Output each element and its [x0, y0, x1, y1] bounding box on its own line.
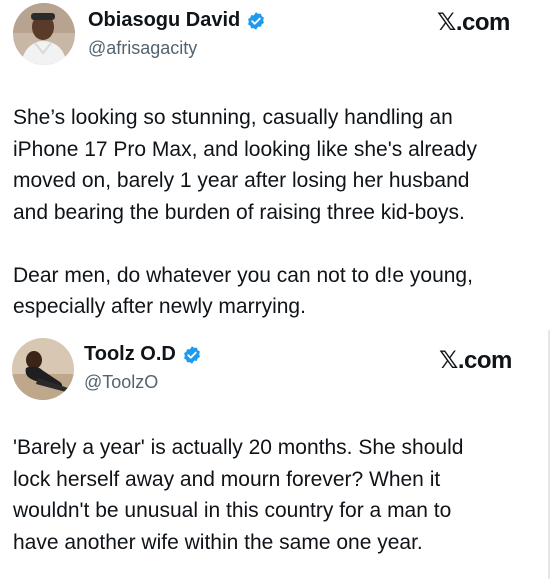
- tweet-card-2: Toolz O.D @ToolzO 𝕏.com 'Barely a year' …: [0, 330, 556, 579]
- display-name[interactable]: Obiasogu David: [88, 9, 240, 32]
- author-name-row[interactable]: Obiasogu David: [88, 9, 266, 32]
- author-name-row[interactable]: Toolz O.D: [84, 343, 202, 366]
- tweet-text: 'Barely a year' is actually 20 months. S…: [13, 436, 464, 554]
- tweet-text: She’s looking so stunning, casually hand…: [13, 106, 477, 318]
- author-handle[interactable]: @ToolzO: [84, 372, 158, 393]
- display-name[interactable]: Toolz O.D: [84, 343, 176, 366]
- avatar-obiasogu-david[interactable]: [13, 3, 75, 65]
- avatar-toolz-od[interactable]: [12, 338, 74, 400]
- avatar-photo-icon: [12, 338, 74, 400]
- tweet-card-1: Obiasogu David @afrisagacity 𝕏.com She’s…: [0, 0, 556, 330]
- avatar-photo-icon: [13, 3, 75, 65]
- x-com-brand-logo: 𝕏.com: [437, 9, 510, 36]
- verified-badge-icon: [246, 11, 266, 31]
- author-handle[interactable]: @afrisagacity: [88, 38, 197, 59]
- x-com-brand-logo: 𝕏.com: [439, 347, 512, 374]
- verified-badge-icon: [182, 345, 202, 365]
- card-edge-divider: [548, 330, 550, 579]
